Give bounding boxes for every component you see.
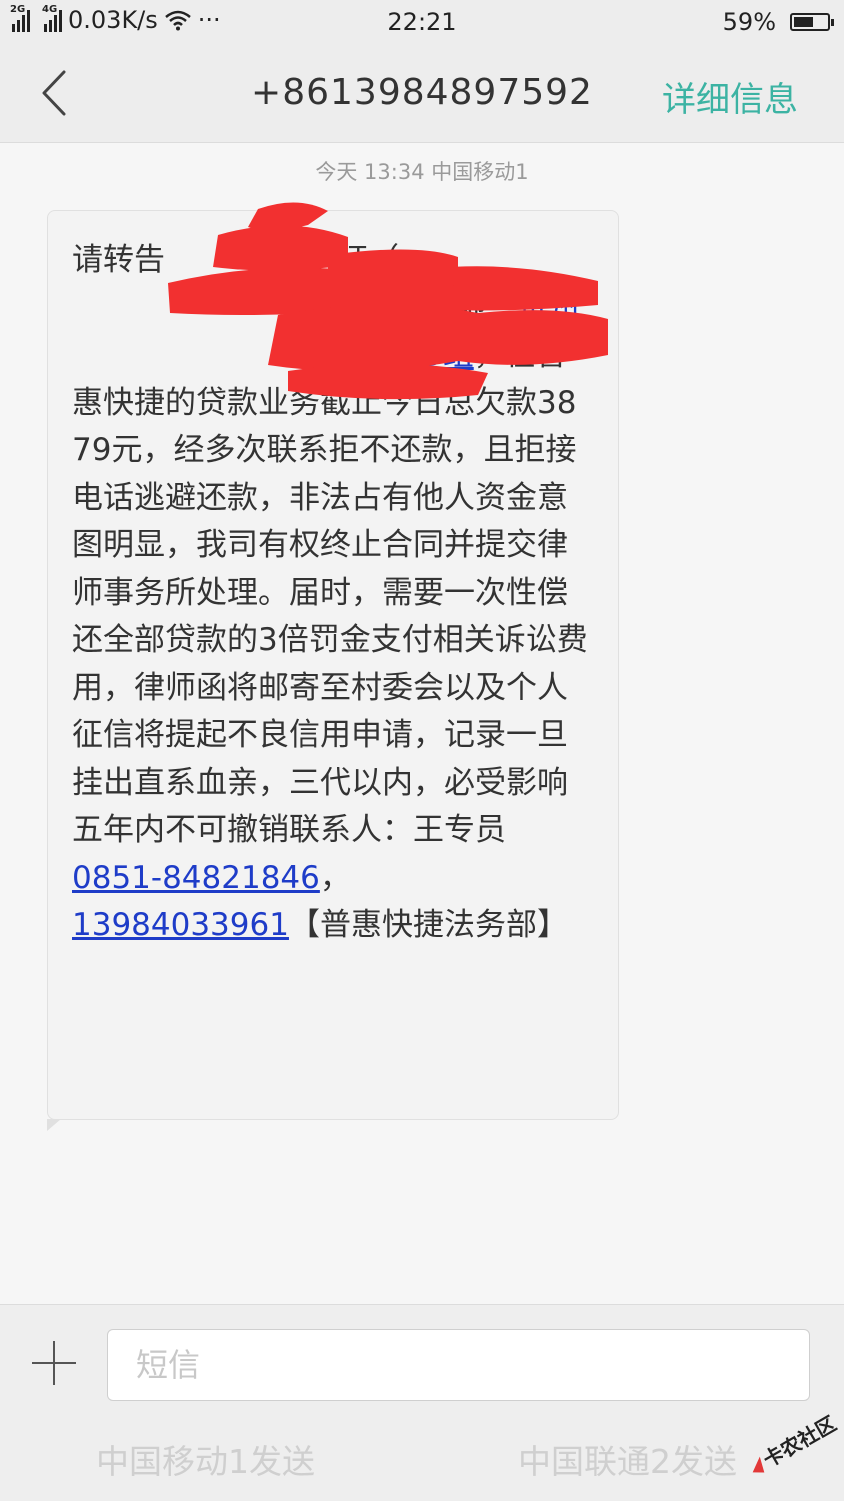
conversation-header: +8613984897592 详细信息 xyxy=(0,44,844,143)
detail-info-button[interactable]: 详细信息 xyxy=(662,72,798,121)
phone-link-1[interactable]: 0851-84821846 xyxy=(72,860,320,896)
watermark-logo: 卡农社区 xyxy=(752,1411,840,1473)
send-sim2-button[interactable]: 中国联通2发送 xyxy=(518,1435,737,1483)
message-text-seg: 【普惠快捷法务部】 xyxy=(288,907,568,943)
plus-icon[interactable] xyxy=(32,1341,76,1385)
phone-link-2[interactable]: 13984033961 xyxy=(72,907,289,943)
compose-bar: 中国移动1发送 中国联通2发送 xyxy=(0,1304,844,1501)
status-right: 59% xyxy=(722,8,834,36)
sms-input[interactable] xyxy=(107,1329,810,1401)
battery-icon xyxy=(790,13,834,31)
message-text-seg: 14)户籍地： xyxy=(342,289,518,326)
message-text-seg: ， xyxy=(319,859,351,896)
watermark-text: 卡农社区 xyxy=(759,1411,840,1472)
status-bar: 2G 4G 0.03K/s ··· 22:21 59% xyxy=(0,0,844,44)
group-link[interactable]: 第5组 xyxy=(392,337,474,373)
address-link[interactable]: 贵州 xyxy=(518,290,580,326)
battery-percent: 59% xyxy=(722,8,776,36)
message-text-seg: 请转告 xyxy=(72,242,165,278)
message-timestamp: 今天 13:34 中国移动1 xyxy=(315,160,529,184)
message-bubble: 请转告 身份证（ 14)户籍地：贵州第5组，在普惠快捷的贷款业务截止今日总欠款387… xyxy=(47,202,619,1131)
send-sim1-button[interactable]: 中国移动1发送 xyxy=(96,1435,315,1483)
message-text-seg: ，在普惠快捷的贷款业务截止今日总欠款3879元，经多次联系拒不还款，且拒接电话逃… xyxy=(72,337,588,848)
message-text-seg: 身份证（ xyxy=(275,242,399,278)
message-body: 请转告 身份证（ 14)户籍地：贵州第5组，在普惠快捷的贷款业务截止今日总欠款387… xyxy=(72,237,592,950)
battery-fill xyxy=(794,17,813,27)
status-time: 22:21 xyxy=(387,8,457,36)
